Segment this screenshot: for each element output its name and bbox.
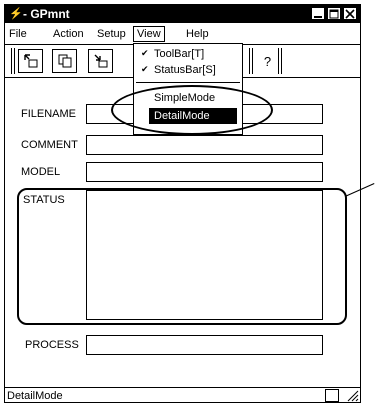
check-icon: ✔ [141, 64, 149, 74]
comment-label: COMMENT [21, 139, 78, 151]
toolbar-separator [249, 48, 253, 74]
menu-item-toolbar[interactable]: ✔ ToolBar[T] [134, 46, 242, 62]
menu-item-simplemode[interactable]: SimpleMode [134, 90, 242, 106]
close-glyph [345, 8, 355, 19]
minimize-icon[interactable] [311, 7, 325, 20]
maximize-glyph [329, 9, 339, 18]
view-menu-dropdown: ✔ ToolBar[T] ✔ StatusBar[S] SimpleMode D… [133, 43, 243, 135]
status-bar-text: DetailMode [7, 390, 63, 402]
process-label: PROCESS [25, 339, 79, 351]
maximize-icon[interactable] [327, 7, 341, 20]
check-icon: ✔ [141, 48, 149, 58]
toolbar-button-1[interactable] [18, 49, 43, 73]
status-label: STATUS [23, 194, 65, 206]
menu-bar: File Action Setup View Help [5, 25, 360, 43]
toolbar-button-3[interactable] [88, 49, 113, 73]
window-controls [311, 7, 357, 20]
close-icon[interactable] [343, 7, 357, 20]
menu-item-label: SimpleMode [154, 92, 216, 104]
minimize-glyph [314, 15, 322, 18]
toolbar-separator [278, 48, 282, 74]
status-bar: DetailMode [5, 387, 360, 403]
process-field[interactable] [86, 335, 323, 355]
toolbar-button-2[interactable] [52, 49, 77, 73]
menu-separator [136, 82, 240, 83]
help-icon[interactable]: ? [255, 49, 280, 73]
title-bar: ⚡ - GPmnt [5, 5, 360, 23]
comment-field[interactable] [86, 135, 323, 155]
menu-item-statusbar[interactable]: ✔ StatusBar[S] [134, 62, 242, 78]
menu-item-detailmode[interactable]: DetailMode [149, 108, 237, 124]
open-arrow-icon [23, 54, 37, 68]
menu-help[interactable]: Help [186, 28, 209, 40]
lightning-icon: ⚡ [9, 8, 23, 20]
menu-item-label: DetailMode [154, 110, 210, 122]
menu-view[interactable]: View [133, 26, 165, 42]
toolbar-separator [11, 48, 15, 74]
grip-glyph [347, 390, 359, 402]
gpmnt-window: ⚡ - GPmnt File Action Setup View Help ? … [4, 4, 361, 403]
send-arrow-icon [94, 54, 107, 68]
window-title: - GPmnt [23, 7, 70, 21]
menu-file[interactable]: File [9, 28, 27, 40]
menu-item-label: ToolBar[T] [154, 48, 205, 60]
status-bar-panel [325, 389, 339, 402]
status-field[interactable] [86, 190, 323, 320]
menu-setup[interactable]: Setup [97, 28, 126, 40]
resize-grip-icon[interactable] [346, 389, 359, 402]
filename-label: FILENAME [21, 108, 77, 120]
model-field[interactable] [86, 162, 323, 182]
copy-icon [58, 54, 71, 68]
model-label: MODEL [21, 166, 61, 178]
menu-item-label: StatusBar[S] [154, 64, 216, 76]
menu-action[interactable]: Action [53, 28, 84, 40]
